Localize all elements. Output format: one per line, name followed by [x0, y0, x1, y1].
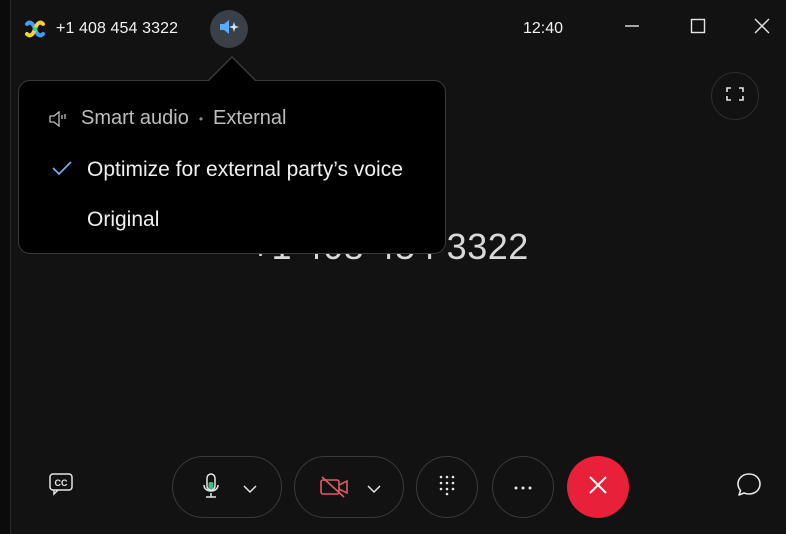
- chat-icon: [735, 471, 763, 504]
- title-bar: +1 408 454 3322 12:40: [10, 0, 786, 62]
- minimize-button[interactable]: [618, 14, 646, 42]
- captions-button[interactable]: CC: [46, 472, 76, 500]
- smart-audio-button[interactable]: [210, 10, 248, 48]
- smart-audio-mode: External: [213, 107, 287, 129]
- option-original[interactable]: Original: [19, 200, 445, 240]
- smart-audio-icon: [218, 18, 240, 41]
- end-call-button[interactable]: [567, 456, 629, 518]
- clock: 12:40: [523, 20, 564, 37]
- keypad-button[interactable]: [416, 456, 478, 518]
- chat-button[interactable]: [734, 472, 764, 502]
- more-icon: [513, 478, 533, 496]
- microphone-control[interactable]: [172, 456, 282, 518]
- end-call-icon: [588, 475, 608, 500]
- fullscreen-button[interactable]: [711, 72, 759, 120]
- webex-logo-icon: [24, 20, 46, 38]
- more-options-button[interactable]: [492, 456, 554, 518]
- microphone-icon: [203, 473, 219, 506]
- smart-audio-menu: Smart audio • External Optimize for exte…: [18, 80, 446, 254]
- option-label: Original: [87, 208, 160, 231]
- video-control[interactable]: [294, 456, 404, 518]
- speaker-icon: [49, 110, 69, 127]
- header-separator: •: [198, 111, 204, 126]
- svg-text:CC: CC: [55, 478, 68, 488]
- video-off-icon: [319, 475, 351, 504]
- maximize-icon: [690, 18, 706, 39]
- close-button[interactable]: [748, 14, 776, 42]
- smart-audio-label: Smart audio: [81, 107, 189, 129]
- chevron-down-icon[interactable]: [243, 481, 257, 499]
- checkmark-icon: [51, 159, 73, 183]
- keypad-icon: [437, 474, 457, 501]
- maximize-button[interactable]: [684, 14, 712, 42]
- option-optimize-external-voice[interactable]: Optimize for external party’s voice: [19, 150, 445, 190]
- title-phone-number: +1 408 454 3322: [56, 20, 179, 37]
- smart-audio-menu-header: Smart audio • External: [49, 107, 286, 130]
- fullscreen-icon: [726, 86, 744, 106]
- option-label: Optimize for external party’s voice: [87, 158, 403, 181]
- minimize-icon: [624, 18, 640, 39]
- popup-pointer-fill: [207, 58, 257, 83]
- close-icon: [754, 18, 770, 39]
- chevron-down-icon[interactable]: [367, 481, 381, 499]
- closed-captions-icon: CC: [48, 472, 74, 501]
